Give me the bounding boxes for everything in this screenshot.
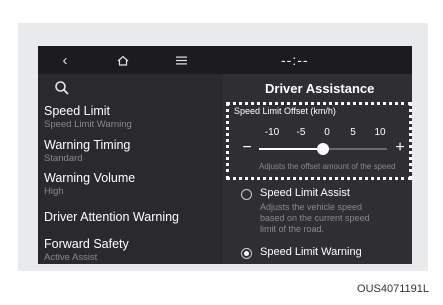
figure-code: OUS4071191L (357, 283, 429, 295)
settings-panel: Driver Assistance Speed Limit Offset (km… (223, 74, 412, 264)
offset-label: Speed Limit Offset (km/h) (234, 106, 336, 116)
sidebar-item-subtitle: Speed Limit Warning (44, 119, 132, 130)
speed-limit-warning-label[interactable]: Speed Limit Warning (260, 246, 362, 258)
sidebar-item-speed-limit[interactable]: Speed Limit Speed Limit Warning (44, 104, 219, 131)
sidebar: Speed Limit Speed Limit Warning Warning … (38, 74, 223, 264)
search-icon (55, 81, 69, 95)
tick-label: -5 (296, 127, 306, 138)
sidebar-item-warning-timing[interactable]: Warning Timing Standard (44, 138, 219, 165)
sidebar-item-driver-attention-warning[interactable]: Driver Attention Warning (44, 210, 219, 225)
sidebar-item-subtitle: Standard (44, 153, 83, 164)
infotainment-screen: ‹ --:-- Speed Limit Speed Limit Warning (38, 46, 412, 264)
search-button[interactable] (54, 80, 74, 100)
page-title: Driver Assistance (265, 81, 375, 96)
offset-description: Adjusts the offset amount of the speed (259, 162, 396, 171)
sidebar-item-title: Warning Volume (44, 171, 136, 185)
tick-label: -10 (264, 127, 280, 138)
speed-limit-assist-label[interactable]: Speed Limit Assist (260, 187, 350, 199)
sidebar-item-forward-safety[interactable]: Forward Safety Active Assist (44, 237, 219, 264)
top-bar: ‹ --:-- (38, 46, 412, 74)
sidebar-item-subtitle: Active Assist (44, 252, 98, 263)
sidebar-item-warning-volume[interactable]: Warning Volume High (44, 171, 219, 198)
speed-limit-assist-radio[interactable] (241, 189, 252, 200)
increase-button[interactable]: + (392, 140, 408, 156)
chevron-left-icon: ‹ (62, 51, 68, 69)
speed-limit-offset-control: Speed Limit Offset (km/h) -10 -5 0 5 10 … (226, 102, 412, 180)
tick-label: 0 (324, 127, 330, 138)
menu-button[interactable] (172, 46, 190, 74)
offset-slider-fill (259, 148, 323, 150)
tick-label: 10 (374, 127, 386, 138)
clock: --:-- (281, 52, 309, 68)
home-button[interactable] (114, 46, 132, 74)
menu-icon (175, 56, 187, 64)
sidebar-item-title: Driver Attention Warning (44, 210, 180, 224)
sidebar-item-title: Warning Timing (44, 138, 131, 152)
sidebar-item-title: Forward Safety (44, 237, 129, 251)
speed-limit-assist-description: Adjusts the vehicle speed based on the c… (260, 202, 370, 234)
decrease-button[interactable]: − (239, 140, 255, 156)
home-icon (117, 55, 129, 66)
offset-slider-thumb[interactable] (317, 143, 329, 155)
sidebar-item-subtitle: High (44, 186, 64, 197)
sidebar-item-title: Speed Limit (44, 104, 111, 118)
back-button[interactable]: ‹ (56, 46, 74, 74)
tick-label: 5 (350, 127, 356, 138)
speed-limit-warning-radio[interactable] (241, 248, 252, 259)
